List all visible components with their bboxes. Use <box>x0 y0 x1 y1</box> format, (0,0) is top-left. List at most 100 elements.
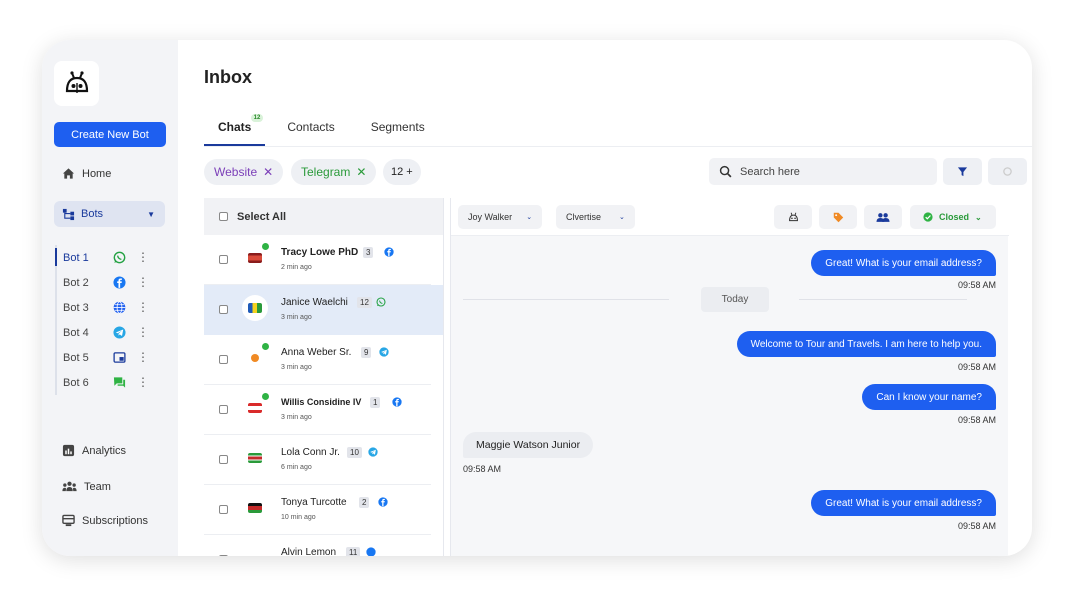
whatsapp-icon <box>376 297 386 307</box>
date-divider-left <box>463 299 669 300</box>
bots-tree-icon <box>62 208 75 220</box>
avatar <box>242 495 268 521</box>
robot-icon <box>788 212 798 221</box>
chat-checkbox[interactable] <box>219 255 228 264</box>
bot-label: Bot 6 <box>63 376 89 389</box>
avatar <box>242 545 268 556</box>
kebab-menu-icon[interactable]: ⋮ <box>137 249 149 265</box>
bot-logo[interactable] <box>54 61 99 106</box>
tab-chats[interactable]: Chats 12 <box>204 112 266 146</box>
bot-label: Bot 1 <box>63 251 89 264</box>
facebook-icon <box>366 547 376 556</box>
sidebar-item-bot-6[interactable]: Bot 6 ⋮ <box>57 370 155 395</box>
tag-icon <box>833 212 843 222</box>
conversation-toolbar: Joy Walker ⌄ Clvertise ⌄ Closed ⌄ <box>451 198 1009 236</box>
tab-label: Chats <box>218 120 252 134</box>
online-indicator <box>262 343 269 350</box>
chat-checkbox[interactable] <box>219 555 228 556</box>
message-time: 09:58 AM <box>957 362 996 372</box>
bot-dropdown[interactable]: Clvertise ⌄ <box>556 205 635 229</box>
sidebar-item-bot-3[interactable]: Bot 3 ⋮ <box>57 295 155 320</box>
sidebar: Create New Bot Home Bots ▼ Bot 1 ⋮ Bot 2… <box>42 40 178 556</box>
sidebar-item-home[interactable]: Home <box>62 167 111 180</box>
filter-chip-website[interactable]: Website ✕ <box>204 159 284 185</box>
sidebar-item-analytics[interactable]: Analytics <box>62 444 126 457</box>
chat-time: 3 min ago <box>281 364 312 371</box>
conversation-pane: Joy Walker ⌄ Clvertise ⌄ Closed ⌄ Great!… <box>450 198 1009 556</box>
bot-label: Bot 3 <box>63 301 89 314</box>
filter-chip-telegram[interactable]: Telegram ✕ <box>291 159 377 185</box>
telegram-icon <box>368 447 378 457</box>
tag-button[interactable] <box>819 205 857 229</box>
create-new-bot-button[interactable]: Create New Bot <box>54 122 166 147</box>
unread-count-badge: 9 <box>361 347 372 358</box>
chat-checkbox[interactable] <box>219 355 228 364</box>
kebab-menu-icon[interactable]: ⋮ <box>137 274 149 290</box>
message-time: 09:58 AM <box>957 280 996 290</box>
chat-time: 2 min ago <box>281 264 312 271</box>
chat-list-item[interactable]: Lola Conn Jr. 10 6 min ago <box>204 435 431 485</box>
chat-list: Select All Tracy Lowe PhD 3 2 min ago Ja… <box>204 198 444 556</box>
chat-checkbox[interactable] <box>219 455 228 464</box>
chat-checkbox[interactable] <box>219 305 228 314</box>
chip-label: Telegram <box>301 165 351 179</box>
assign-team-button[interactable] <box>864 205 902 229</box>
chat-checkbox[interactable] <box>219 405 228 414</box>
contact-name: Anna Weber Sr. <box>281 347 352 358</box>
more-filters-chip[interactable]: 12 + <box>383 159 421 185</box>
chat-time: 10 min ago <box>281 514 316 521</box>
select-all-row[interactable]: Select All <box>204 198 443 235</box>
message-time: 09:58 AM <box>463 464 502 474</box>
unread-count-badge: 2 <box>359 497 370 508</box>
sidebar-item-bot-5[interactable]: Bot 5 ⋮ <box>57 345 155 370</box>
search-input[interactable] <box>740 165 920 178</box>
chat-list-item[interactable]: Tracy Lowe PhD 3 2 min ago <box>204 235 431 285</box>
kebab-menu-icon[interactable]: ⋮ <box>137 324 149 340</box>
app-window: Create New Bot Home Bots ▼ Bot 1 ⋮ Bot 2… <box>42 40 1032 556</box>
filter-button[interactable] <box>943 158 982 185</box>
select-all-checkbox[interactable] <box>219 212 228 221</box>
search-icon <box>719 165 732 178</box>
sidebar-item-bot-2[interactable]: Bot 2 ⋮ <box>57 270 155 295</box>
chat-list-item[interactable]: Janice Waelchi 12 3 min ago <box>204 285 443 335</box>
chat-list-item[interactable]: Anna Weber Sr. 9 3 min ago <box>204 335 431 385</box>
kebab-menu-icon[interactable]: ⋮ <box>137 349 149 365</box>
outgoing-message: Great! What is your email address? <box>811 490 996 516</box>
agent-dropdown[interactable]: Joy Walker ⌄ <box>458 205 543 229</box>
outgoing-message: Welcome to Tour and Travels. I am here t… <box>736 331 996 357</box>
bot-label: Bot 5 <box>63 351 89 364</box>
chat-list-item[interactable]: Tonya Turcotte 2 10 min ago <box>204 485 431 535</box>
users-icon <box>876 212 890 222</box>
chevron-down-icon: ⌄ <box>975 212 982 222</box>
tab-contacts[interactable]: Contacts <box>273 112 348 146</box>
sidebar-item-bots[interactable]: Bots ▼ <box>54 201 165 227</box>
unread-count-badge: 12 <box>357 297 372 308</box>
sidebar-item-bot-1[interactable]: Bot 1 ⋮ <box>55 245 155 270</box>
bots-label: Bots <box>81 208 104 220</box>
facebook-icon <box>113 276 126 289</box>
kebab-menu-icon[interactable]: ⋮ <box>137 374 149 390</box>
tab-segments[interactable]: Segments <box>357 112 439 146</box>
chevron-down-icon: ⌄ <box>619 214 625 221</box>
facebook-icon <box>384 247 394 257</box>
unread-count-badge: 3 <box>363 247 374 258</box>
sidebar-item-bot-4[interactable]: Bot 4 ⋮ <box>57 320 155 345</box>
sidebar-item-team[interactable]: Team <box>62 480 111 493</box>
close-icon[interactable]: ✕ <box>263 165 273 179</box>
settings-button[interactable] <box>988 158 1027 185</box>
bot-toggle-button[interactable] <box>774 205 812 229</box>
status-dropdown[interactable]: Closed ⌄ <box>910 205 996 229</box>
chat-list-item[interactable]: Alvin Lemon 11 <box>204 535 431 556</box>
chat-checkbox[interactable] <box>219 505 228 514</box>
select-all-label: Select All <box>237 210 287 223</box>
home-label: Home <box>82 167 112 180</box>
chat-list-item[interactable]: Willis Considine IV 1 3 min ago <box>204 385 431 435</box>
unread-count-badge: 1 <box>370 397 381 408</box>
chevron-down-icon: ⌄ <box>526 214 533 221</box>
kebab-menu-icon[interactable]: ⋮ <box>137 299 149 315</box>
contact-name: Tracy Lowe PhD <box>281 247 359 258</box>
outgoing-message: Can I know your name? <box>862 384 996 410</box>
sidebar-item-subscriptions[interactable]: Subscriptions <box>62 514 148 527</box>
close-icon[interactable]: ✕ <box>356 165 366 179</box>
bot-label: Bot 4 <box>63 326 89 339</box>
